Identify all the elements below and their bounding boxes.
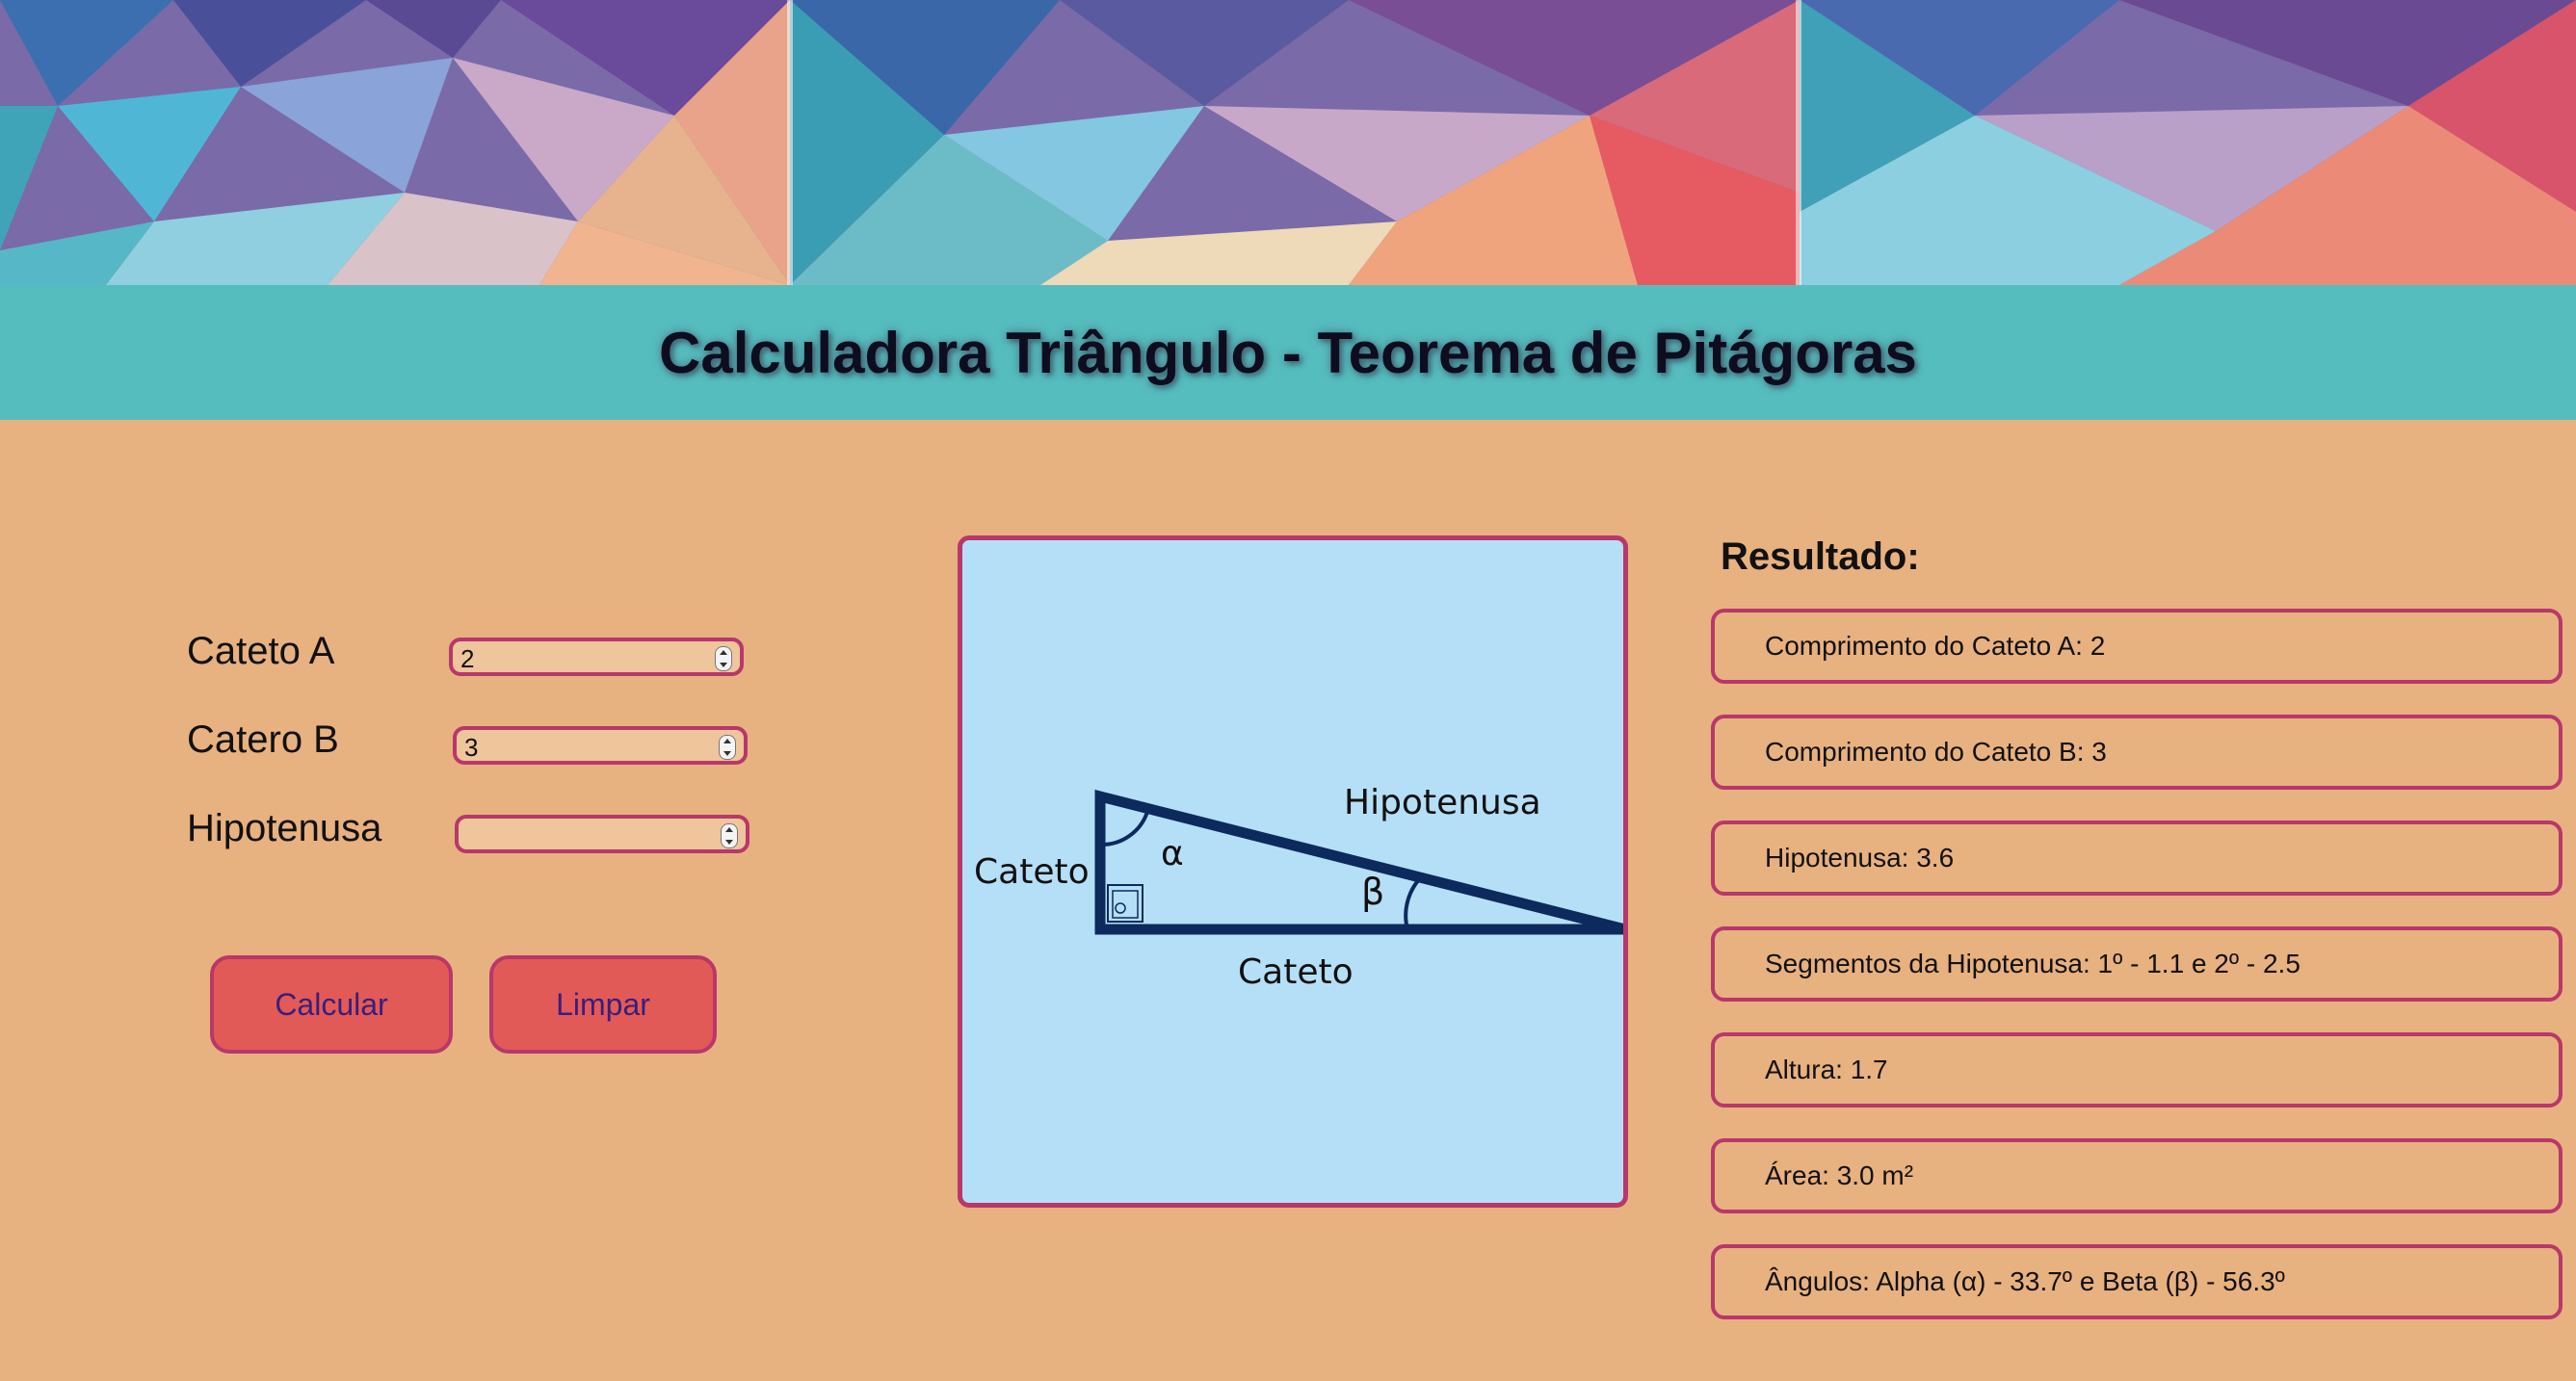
cateto-vertical-label: Cateto xyxy=(974,852,1090,892)
header-banner-image xyxy=(0,0,2576,285)
alpha-arc xyxy=(1099,811,1149,847)
right-angle-dot xyxy=(1115,902,1126,914)
alpha-label: α xyxy=(1161,834,1184,873)
beta-arc xyxy=(1404,873,1425,930)
result-hipotenusa: Hipotenusa: 3.6 xyxy=(1711,821,2563,896)
cateto-a-value: 2 xyxy=(460,644,475,673)
cateto-b-value: 3 xyxy=(464,733,479,762)
cateto-b-spinner-icon[interactable] xyxy=(719,735,736,760)
limpar-button[interactable]: Limpar xyxy=(489,955,717,1054)
cateto-a-input[interactable]: 2 xyxy=(449,638,744,676)
cateto-horizontal-label: Cateto xyxy=(1238,952,1354,992)
result-cateto-b: Comprimento do Cateto B: 3 xyxy=(1711,715,2563,790)
result-cateto-a: Comprimento do Cateto A: 2 xyxy=(1711,609,2563,684)
hipotenusa-diagram-label: Hipotenusa xyxy=(1344,783,1541,822)
result-area: Área: 3.0 m² xyxy=(1711,1138,2563,1213)
cateto-a-spinner-icon[interactable] xyxy=(715,646,732,671)
cateto-b-label: Catero B xyxy=(187,718,339,761)
beta-label: β xyxy=(1361,871,1384,913)
result-altura: Altura: 1.7 xyxy=(1711,1032,2563,1107)
result-segmentos: Segmentos da Hipotenusa: 1º - 1.1 e 2º -… xyxy=(1711,926,2563,1002)
cateto-a-label: Cateto A xyxy=(187,630,335,672)
result-angulos: Ângulos: Alpha (α) - 33.7º e Beta (β) - … xyxy=(1711,1244,2563,1319)
triangle-diagram: Cateto Cateto Hipotenusa α β xyxy=(958,535,1628,1208)
cateto-b-input[interactable]: 3 xyxy=(453,726,748,765)
hipotenusa-spinner-icon[interactable] xyxy=(721,823,738,848)
hipotenusa-label: Hipotenusa xyxy=(187,807,382,849)
results-title: Resultado: xyxy=(1721,535,1920,578)
page-title: Calculadora Triângulo - Teorema de Pitág… xyxy=(659,320,1917,385)
title-bar: Calculadora Triângulo - Teorema de Pitág… xyxy=(0,285,2576,420)
hipotenusa-input[interactable] xyxy=(455,815,749,853)
calcular-button[interactable]: Calcular xyxy=(210,955,453,1054)
